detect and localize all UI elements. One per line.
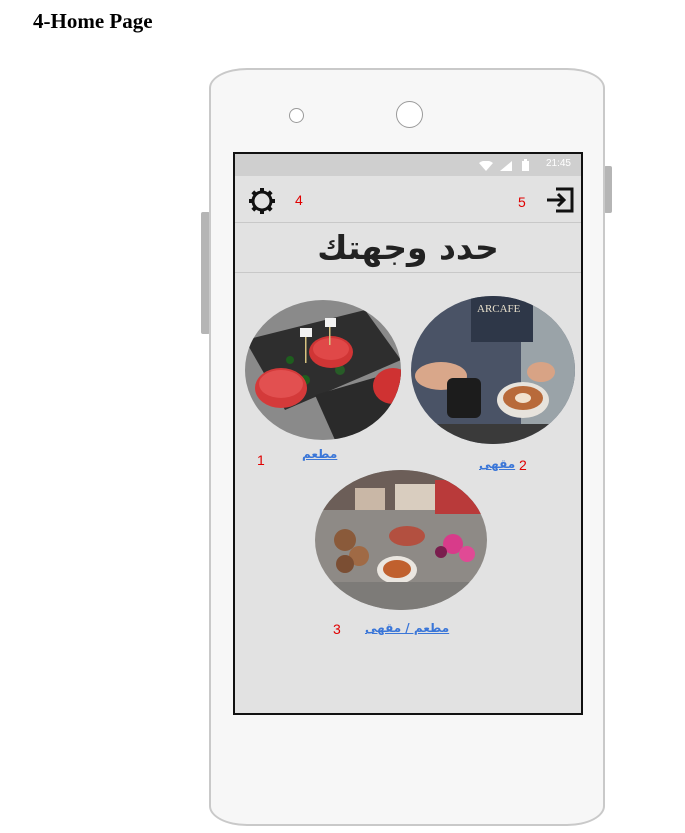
restaurant-image[interactable] — [245, 300, 401, 440]
status-time: 21:45 — [545, 158, 571, 169]
status-bar: 21:45 — [235, 154, 581, 176]
restaurant-cafe-image[interactable] — [315, 470, 487, 610]
cafe-image[interactable]: ARCAFE — [411, 296, 575, 444]
svg-text:ARCAFE: ARCAFE — [477, 303, 521, 315]
app-bar: 4 5 — [235, 176, 581, 223]
settings-icon[interactable] — [247, 186, 277, 216]
restaurant-link[interactable]: مطعم — [302, 447, 337, 461]
marker-5: 5 — [518, 194, 526, 210]
wifi-icon — [479, 161, 493, 171]
restaurant-cafe-link[interactable]: مطعم / مقهى — [365, 621, 449, 635]
battery-icon — [522, 159, 529, 171]
phone-sensor — [289, 108, 304, 123]
phone-camera — [396, 101, 423, 128]
app-screen: 21:45 4 5 حدد وجهتك ARCAFE 1 مطعم مقهى 2… — [233, 152, 583, 715]
signal-icon — [500, 161, 512, 171]
logout-icon[interactable] — [546, 187, 574, 213]
page-title: حدد وجهتك — [235, 224, 581, 273]
marker-4: 4 — [295, 192, 303, 208]
marker-1: 1 — [257, 452, 265, 468]
document-heading: 4-Home Page — [33, 9, 153, 33]
marker-3: 3 — [333, 621, 341, 637]
marker-2: 2 — [519, 457, 527, 473]
cafe-link[interactable]: مقهى — [479, 457, 515, 471]
phone-power-button — [604, 166, 612, 213]
